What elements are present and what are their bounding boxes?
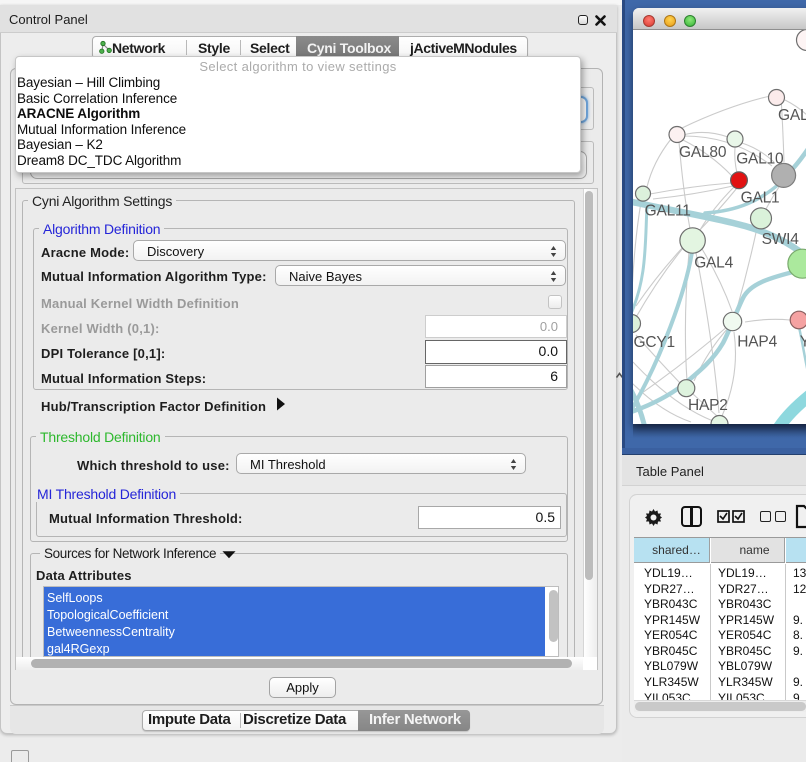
svg-text:GAL11: GAL11 bbox=[645, 203, 691, 220]
svg-text:GAL80: GAL80 bbox=[679, 144, 727, 161]
svg-text:GAL1: GAL1 bbox=[741, 190, 780, 207]
svg-text:SWI4: SWI4 bbox=[762, 231, 800, 248]
svg-text:Y: Y bbox=[800, 334, 806, 351]
svg-text:HAP2: HAP2 bbox=[688, 397, 728, 414]
svg-text:GCY1: GCY1 bbox=[634, 334, 675, 351]
svg-text:HAP4: HAP4 bbox=[737, 334, 777, 351]
svg-text:GAL7: GAL7 bbox=[778, 107, 806, 124]
svg-text:GAL4: GAL4 bbox=[694, 255, 733, 272]
svg-text:GAL10: GAL10 bbox=[736, 151, 784, 168]
